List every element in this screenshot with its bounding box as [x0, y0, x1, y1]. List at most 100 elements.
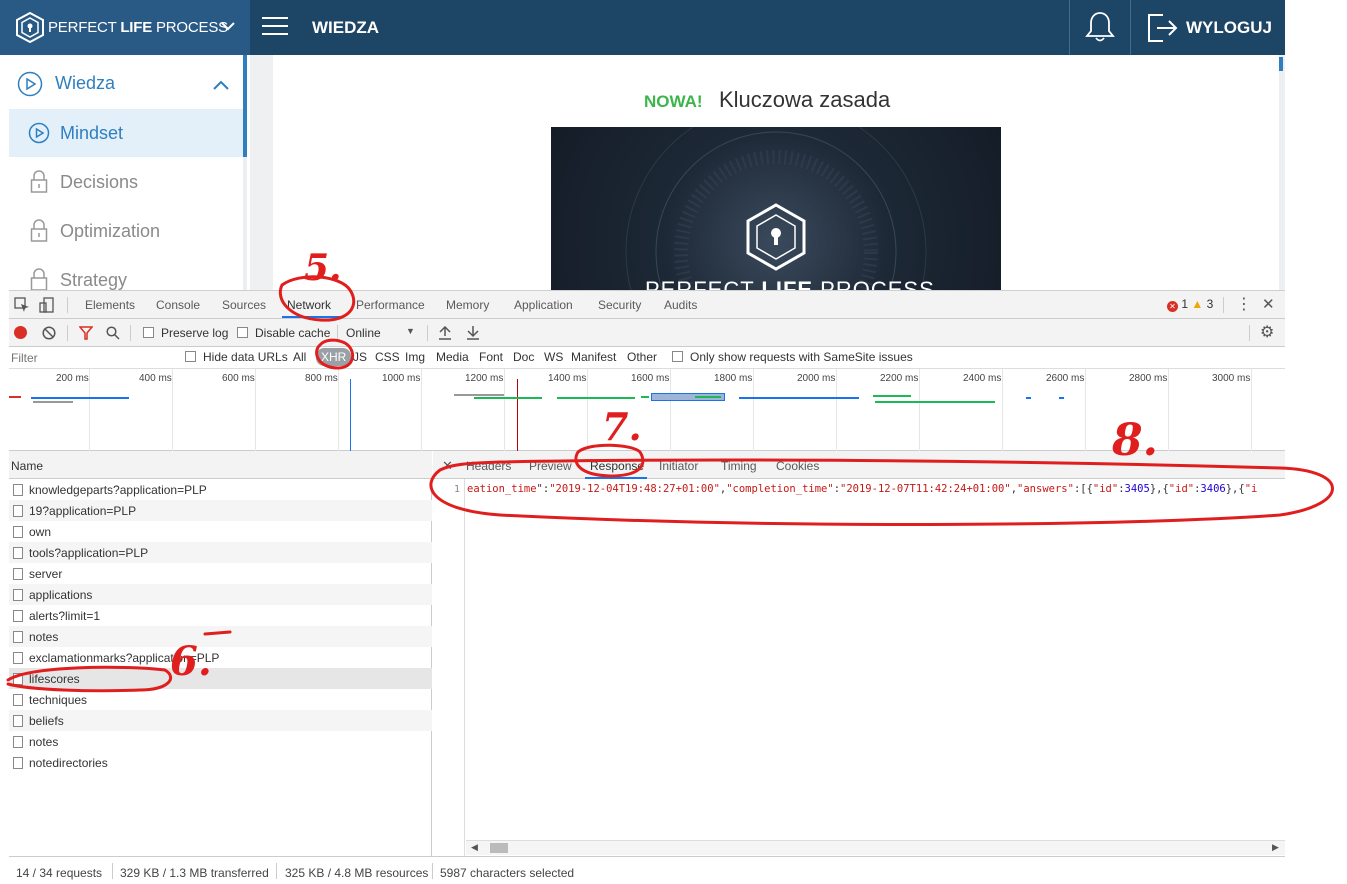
network-split-view: Name knowledgeparts?application=PLP 19?a…	[9, 451, 1285, 856]
name-column-header[interactable]: Name	[9, 451, 432, 479]
settings-gear-icon[interactable]: ⚙	[1260, 322, 1274, 342]
filter-type-xhr[interactable]: XHR	[316, 348, 352, 366]
request-row[interactable]: own	[9, 521, 432, 542]
tab-performance[interactable]: Performance	[356, 298, 425, 312]
scrollbar-thumb[interactable]	[490, 843, 508, 853]
samesite-checkbox[interactable]	[672, 351, 683, 362]
tab-preview[interactable]: Preview	[529, 459, 572, 473]
sidebar-item-wiedza[interactable]: Wiedza	[9, 59, 243, 107]
request-row[interactable]: 19?application=PLP	[9, 500, 432, 521]
hide-data-urls-checkbox[interactable]	[185, 351, 196, 362]
close-devtools-icon[interactable]: ✕	[1262, 295, 1275, 313]
tab-initiator[interactable]: Initiator	[659, 459, 698, 473]
filter-type-other[interactable]: Other	[627, 350, 657, 364]
error-count: 1	[1181, 297, 1189, 311]
request-row[interactable]: techniques	[9, 689, 432, 710]
file-icon	[13, 652, 23, 664]
sidebar-item-label: Mindset	[60, 123, 124, 143]
filter-icon[interactable]	[79, 326, 93, 340]
more-options-icon[interactable]: ⋮	[1236, 294, 1252, 314]
filter-type-doc[interactable]: Doc	[513, 350, 534, 364]
throttling-select[interactable]: Online	[346, 326, 381, 340]
tab-sources[interactable]: Sources	[222, 298, 266, 312]
sidebar-item-decisions[interactable]: Decisions	[9, 158, 243, 206]
sidebar-item-optimization[interactable]: Optimization	[9, 207, 243, 255]
inspect-element-icon[interactable]	[14, 297, 30, 313]
request-row[interactable]: notes	[9, 731, 432, 752]
hero-brand-text: PERFECT LIFE PROCESS	[645, 277, 935, 290]
request-row[interactable]: beliefs	[9, 710, 432, 731]
filter-input[interactable]	[11, 350, 171, 366]
close-details-icon[interactable]: ✕	[442, 458, 453, 474]
sidebar-item-mindset[interactable]: Mindset	[9, 109, 243, 157]
details-tabbar: ✕ Headers Preview Response Initiator Tim…	[433, 451, 1285, 479]
request-row[interactable]: applications	[9, 584, 432, 605]
play-circle-icon	[17, 71, 43, 97]
sidebar: Wiedza Mindset Decisions Optimization St…	[0, 55, 250, 291]
disable-cache-checkbox[interactable]	[237, 327, 248, 338]
request-name: beliefs	[29, 714, 64, 728]
notifications-button[interactable]	[1069, 0, 1129, 55]
request-name: notes	[29, 735, 59, 749]
filter-type-manifest[interactable]: Manifest	[571, 350, 616, 364]
content-scrollbar-thumb[interactable]	[1279, 57, 1283, 71]
clear-icon[interactable]	[42, 326, 56, 340]
chevron-up-icon[interactable]	[213, 79, 229, 91]
timeline-tick: 1400 ms	[548, 373, 587, 384]
tab-response[interactable]: Response	[590, 459, 644, 473]
device-toolbar-icon[interactable]	[39, 297, 55, 313]
tab-application[interactable]: Application	[514, 298, 573, 312]
samesite-label: Only show requests with SameSite issues	[690, 350, 913, 364]
filter-type-all[interactable]: All	[293, 350, 306, 364]
response-body[interactable]: eation_time":"2019-12-04T19:48:27+01:00"…	[467, 483, 1285, 495]
sidebar-scrollbar-thumb[interactable]	[243, 55, 247, 157]
request-row[interactable]: knowledgeparts?application=PLP	[9, 479, 432, 500]
tab-elements[interactable]: Elements	[85, 298, 135, 312]
file-icon	[13, 631, 23, 643]
brand-menu[interactable]: PERFECT LIFE PROCESS	[0, 0, 250, 55]
export-har-icon[interactable]	[467, 326, 479, 340]
tab-headers[interactable]: Headers	[466, 459, 511, 473]
horizontal-scrollbar[interactable]: ◀ ▶	[466, 840, 1285, 855]
hero-image[interactable]: PERFECT LIFE PROCESS	[551, 127, 1001, 290]
request-row[interactable]: server	[9, 563, 432, 584]
record-icon[interactable]	[14, 326, 27, 339]
request-row[interactable]: alerts?limit=1	[9, 605, 432, 626]
search-icon[interactable]	[106, 326, 120, 340]
content-scrollbar-track[interactable]	[1279, 55, 1283, 290]
request-row[interactable]: exclamationmarks?application=PLP	[9, 647, 432, 668]
timeline-tick: 1600 ms	[631, 373, 670, 384]
error-warning-counter[interactable]: ✕ 1 ▲ 3	[1167, 297, 1213, 312]
hamburger-menu-icon[interactable]	[262, 17, 288, 37]
request-row-selected[interactable]: lifescores	[9, 668, 432, 689]
request-name: notedirectories	[29, 756, 108, 770]
filter-type-font[interactable]: Font	[479, 350, 503, 364]
timeline-tick: 200 ms	[56, 373, 89, 384]
request-row[interactable]: notedirectories	[9, 752, 432, 773]
filter-type-js[interactable]: JS	[353, 350, 367, 364]
tab-cookies[interactable]: Cookies	[776, 459, 819, 473]
tab-memory[interactable]: Memory	[446, 298, 489, 312]
tab-security[interactable]: Security	[598, 298, 641, 312]
tab-network[interactable]: Network	[287, 298, 331, 312]
filter-type-ws[interactable]: WS	[544, 350, 563, 364]
filter-type-media[interactable]: Media	[436, 350, 469, 364]
tab-timing[interactable]: Timing	[721, 459, 757, 473]
logout-button[interactable]: WYLOGUJ	[1130, 0, 1285, 55]
import-har-icon[interactable]	[439, 326, 451, 340]
request-row[interactable]: tools?application=PLP	[9, 542, 432, 563]
preserve-log-label: Preserve log	[161, 326, 229, 340]
filter-type-img[interactable]: Img	[405, 350, 425, 364]
scroll-left-icon[interactable]: ◀	[471, 842, 478, 853]
request-details: ✕ Headers Preview Response Initiator Tim…	[433, 451, 1285, 856]
scroll-right-icon[interactable]: ▶	[1272, 842, 1279, 853]
preserve-log-checkbox[interactable]	[143, 327, 154, 338]
filter-type-css[interactable]: CSS	[375, 350, 400, 364]
tab-audits[interactable]: Audits	[664, 298, 697, 312]
tab-console[interactable]: Console	[156, 298, 200, 312]
request-row[interactable]: notes	[9, 626, 432, 647]
request-name: knowledgeparts?application=PLP	[29, 483, 207, 497]
network-overview-timeline[interactable]: 200 ms 400 ms 600 ms 800 ms 1000 ms 1200…	[9, 369, 1285, 451]
devtools-tabbar: Elements Console Sources Network Perform…	[9, 291, 1285, 319]
bell-icon	[1085, 12, 1115, 42]
